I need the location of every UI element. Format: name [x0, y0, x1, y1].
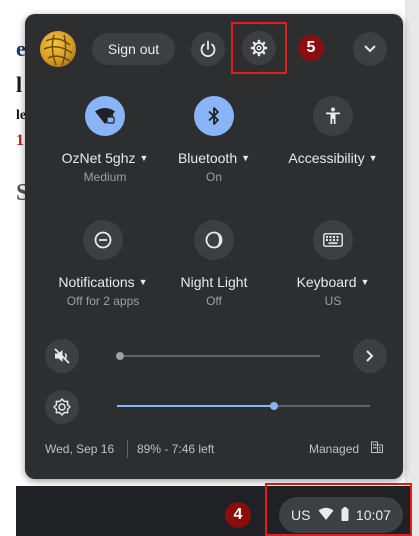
bluetooth-status: On: [205, 170, 222, 184]
tile-keyboard[interactable]: Keyboard ▼ US: [273, 220, 393, 308]
power-icon: [200, 40, 216, 58]
brightness-icon: [53, 398, 71, 416]
network-name: OzNet 5ghz: [61, 150, 136, 166]
user-avatar[interactable]: [40, 31, 76, 67]
caret-down-icon: ▼: [360, 277, 370, 287]
tile-bluetooth[interactable]: Bluetooth ▼ On: [154, 96, 274, 184]
wifi-icon: [95, 108, 115, 124]
notifications-label: Notifications: [58, 274, 135, 290]
footer-divider: [127, 440, 128, 458]
keyboard-icon: [323, 233, 343, 247]
notifications-dropdown[interactable]: Notifications ▼: [43, 274, 163, 290]
settings-button[interactable]: [242, 31, 276, 65]
chevron-down-icon: [364, 45, 376, 53]
do-not-disturb-icon: [94, 231, 112, 249]
tile-network[interactable]: OzNet 5ghz ▼ Medium: [45, 96, 165, 184]
brightness-slider[interactable]: [117, 402, 370, 410]
status-tray[interactable]: US 10:07: [279, 497, 403, 533]
bluetooth-toggle[interactable]: [194, 96, 234, 136]
power-button[interactable]: [191, 32, 225, 66]
volume-muted-icon: [54, 348, 70, 364]
background-scroll-edge: [405, 0, 419, 536]
step-badge-4: 4: [225, 502, 251, 528]
accessibility-toggle[interactable]: [313, 96, 353, 136]
bluetooth-icon: [208, 107, 219, 125]
enterprise-building-icon[interactable]: [371, 441, 383, 456]
accessibility-label: Accessibility: [288, 150, 365, 166]
background-text-fragment: 1: [16, 132, 24, 149]
caret-down-icon: ▼: [138, 277, 148, 287]
keyboard-label: Keyboard: [296, 274, 357, 290]
step-badge-5: 5: [298, 35, 324, 61]
wifi-tray-icon: [318, 507, 334, 524]
network-strength: Medium: [83, 170, 127, 184]
night-light-label: Night Light: [180, 274, 248, 290]
night-light-icon: [205, 231, 223, 249]
caret-down-icon: ▼: [139, 153, 149, 163]
keyboard-layout: US: [324, 294, 342, 308]
tile-notifications[interactable]: Notifications ▼ Off for 2 apps: [43, 220, 163, 308]
caret-down-icon: ▼: [241, 153, 251, 163]
night-light-status: Off: [206, 294, 222, 308]
managed-label: Managed: [309, 442, 360, 456]
gear-icon: [250, 39, 268, 57]
brightness-button[interactable]: [45, 390, 79, 424]
collapse-button[interactable]: [353, 32, 387, 66]
keyboard-toggle[interactable]: [313, 220, 353, 260]
date-label[interactable]: Wed, Sep 16: [45, 442, 114, 456]
bluetooth-dropdown[interactable]: Bluetooth ▼: [154, 150, 274, 166]
ime-indicator: US: [291, 507, 311, 523]
keyboard-dropdown[interactable]: Keyboard ▼: [273, 274, 393, 290]
battery-icon: [341, 506, 349, 524]
status-footer: Wed, Sep 16 89% - 7:46 left Managed: [45, 440, 385, 462]
sign-out-button[interactable]: Sign out: [92, 33, 175, 65]
brightness-slider-handle[interactable]: [269, 402, 278, 410]
network-dropdown[interactable]: OzNet 5ghz ▼: [45, 150, 165, 166]
chevron-right-icon: [366, 350, 374, 362]
notifications-toggle[interactable]: [83, 220, 123, 260]
quick-settings-panel: Sign out 5 OzNet 5ghz ▼ Medium Bluetooth…: [25, 14, 403, 479]
volume-slider-handle[interactable]: [116, 352, 124, 360]
mute-button[interactable]: [45, 339, 79, 373]
bluetooth-label: Bluetooth: [177, 150, 238, 166]
caret-down-icon: ▼: [368, 153, 378, 163]
night-light-toggle[interactable]: [194, 220, 234, 260]
audio-settings-button[interactable]: [353, 339, 387, 373]
volume-slider[interactable]: [116, 352, 320, 360]
network-toggle[interactable]: [85, 96, 125, 136]
notifications-status: Off for 2 apps: [66, 294, 140, 308]
brightness-slider-fill: [117, 405, 274, 407]
clock-time: 10:07: [355, 507, 391, 523]
tile-accessibility[interactable]: Accessibility ▼: [273, 96, 393, 166]
battery-status[interactable]: 89% - 7:46 left: [137, 442, 214, 456]
accessibility-icon: [326, 107, 340, 124]
background-text-fragment: l: [16, 72, 23, 97]
accessibility-dropdown[interactable]: Accessibility ▼: [273, 150, 393, 166]
tile-night-light[interactable]: Night Light Off: [154, 220, 274, 308]
shelf-gap: [0, 486, 16, 536]
